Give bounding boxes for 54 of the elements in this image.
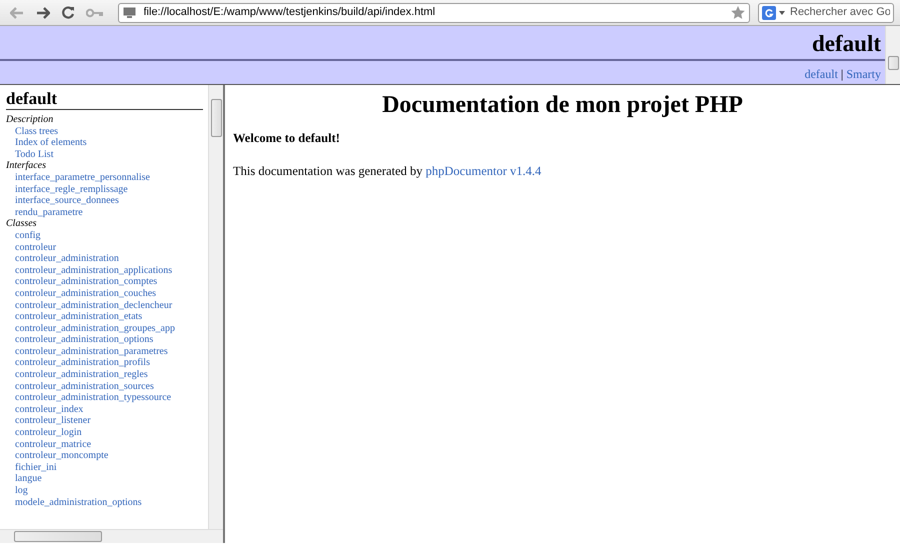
page-heading: Documentation de mon projet PHP xyxy=(381,91,744,120)
scrollbar[interactable] xyxy=(0,529,223,543)
page-icon xyxy=(122,7,136,18)
section-heading: Interfaces xyxy=(6,160,47,172)
back-icon xyxy=(10,6,24,18)
sidebar-link[interactable]: controleur_administration_regles xyxy=(6,369,208,381)
forward-icon xyxy=(36,6,50,18)
sidebar-link[interactable]: Todo List xyxy=(6,148,208,160)
sidebar-link[interactable]: interface_regle_remplissage xyxy=(6,184,208,196)
sidebar-link[interactable]: rendu_parametre xyxy=(6,206,208,218)
sidebar-link[interactable]: controleur_administration_declencheur xyxy=(6,300,208,312)
sidebar-link[interactable]: modele_administration_options xyxy=(6,496,208,508)
sidebar-link[interactable]: Class trees xyxy=(6,126,208,138)
generated-by-text: This documentation was generated by phpDocumentor v1.4.4 xyxy=(233,162,542,180)
header-link[interactable]: default xyxy=(804,67,838,81)
sidebar-link[interactable]: controleur_administration xyxy=(6,253,208,265)
sidebar-link[interactable]: controleur_administration_profils xyxy=(6,357,208,370)
sidebar-link[interactable]: controleur_administration_couches xyxy=(6,288,208,300)
scrollbar[interactable] xyxy=(885,26,900,84)
sidebar-link[interactable]: controleur_administration_typessource xyxy=(6,392,208,404)
sidebar-link[interactable]: langue xyxy=(6,473,208,485)
sidebar-link[interactable]: controleur_administration_sources xyxy=(6,380,208,392)
generator-link[interactable]: phpDocumentor v1.4.4 xyxy=(426,164,542,178)
bookmark-star-icon[interactable] xyxy=(731,6,745,19)
sidebar-link[interactable]: controleur_administration_parametres xyxy=(6,346,208,358)
section-heading: Description xyxy=(6,114,54,126)
sidebar-link[interactable]: Index of elements xyxy=(6,137,208,149)
sidebar-link[interactable]: controleur_administration_etats xyxy=(6,311,208,323)
sidebar-link[interactable]: log xyxy=(6,485,208,497)
reload-icon xyxy=(62,6,76,19)
sidebar-link[interactable]: controleur_administration_groupes_app xyxy=(6,322,208,334)
project-title: default xyxy=(811,30,882,58)
sidebar-link[interactable]: controleur_matrice xyxy=(6,438,208,450)
link-separator: | xyxy=(840,67,844,81)
address-bar[interactable]: file://localhost/E:/wamp/www/testjenkins/build/api/index.html xyxy=(118,2,750,22)
sidebar-link[interactable]: fichier_ini xyxy=(6,462,208,474)
welcome-text: Welcome to default! xyxy=(233,130,341,147)
sidebar-link[interactable]: controleur_index xyxy=(6,404,208,416)
sidebar-link[interactable]: interface_parametre_personnalise xyxy=(6,172,208,184)
scrollbar[interactable] xyxy=(208,85,223,529)
search-engine-icon[interactable] xyxy=(762,6,786,20)
sidebar-link[interactable]: controleur_listener xyxy=(6,415,208,428)
sidebar-link[interactable]: controleur xyxy=(6,242,208,254)
sidebar-link[interactable]: controleur_administration_applications xyxy=(6,264,208,276)
sidebar-title: default xyxy=(6,89,203,110)
section-heading: Classes xyxy=(6,218,38,230)
sidebar-link[interactable]: interface_source_donnees xyxy=(6,195,208,207)
sidebar-link[interactable]: controleur_moncompte xyxy=(6,450,208,462)
sidebar-link[interactable]: controleur_administration_comptes xyxy=(6,276,208,288)
sidebar-link[interactable]: controleur_administration_options xyxy=(6,334,208,346)
header-link[interactable]: Smarty xyxy=(846,67,881,81)
sidebar-link[interactable]: controleur_login xyxy=(6,427,208,439)
key-icon xyxy=(86,8,104,18)
sidebar-link[interactable]: config xyxy=(6,230,208,242)
